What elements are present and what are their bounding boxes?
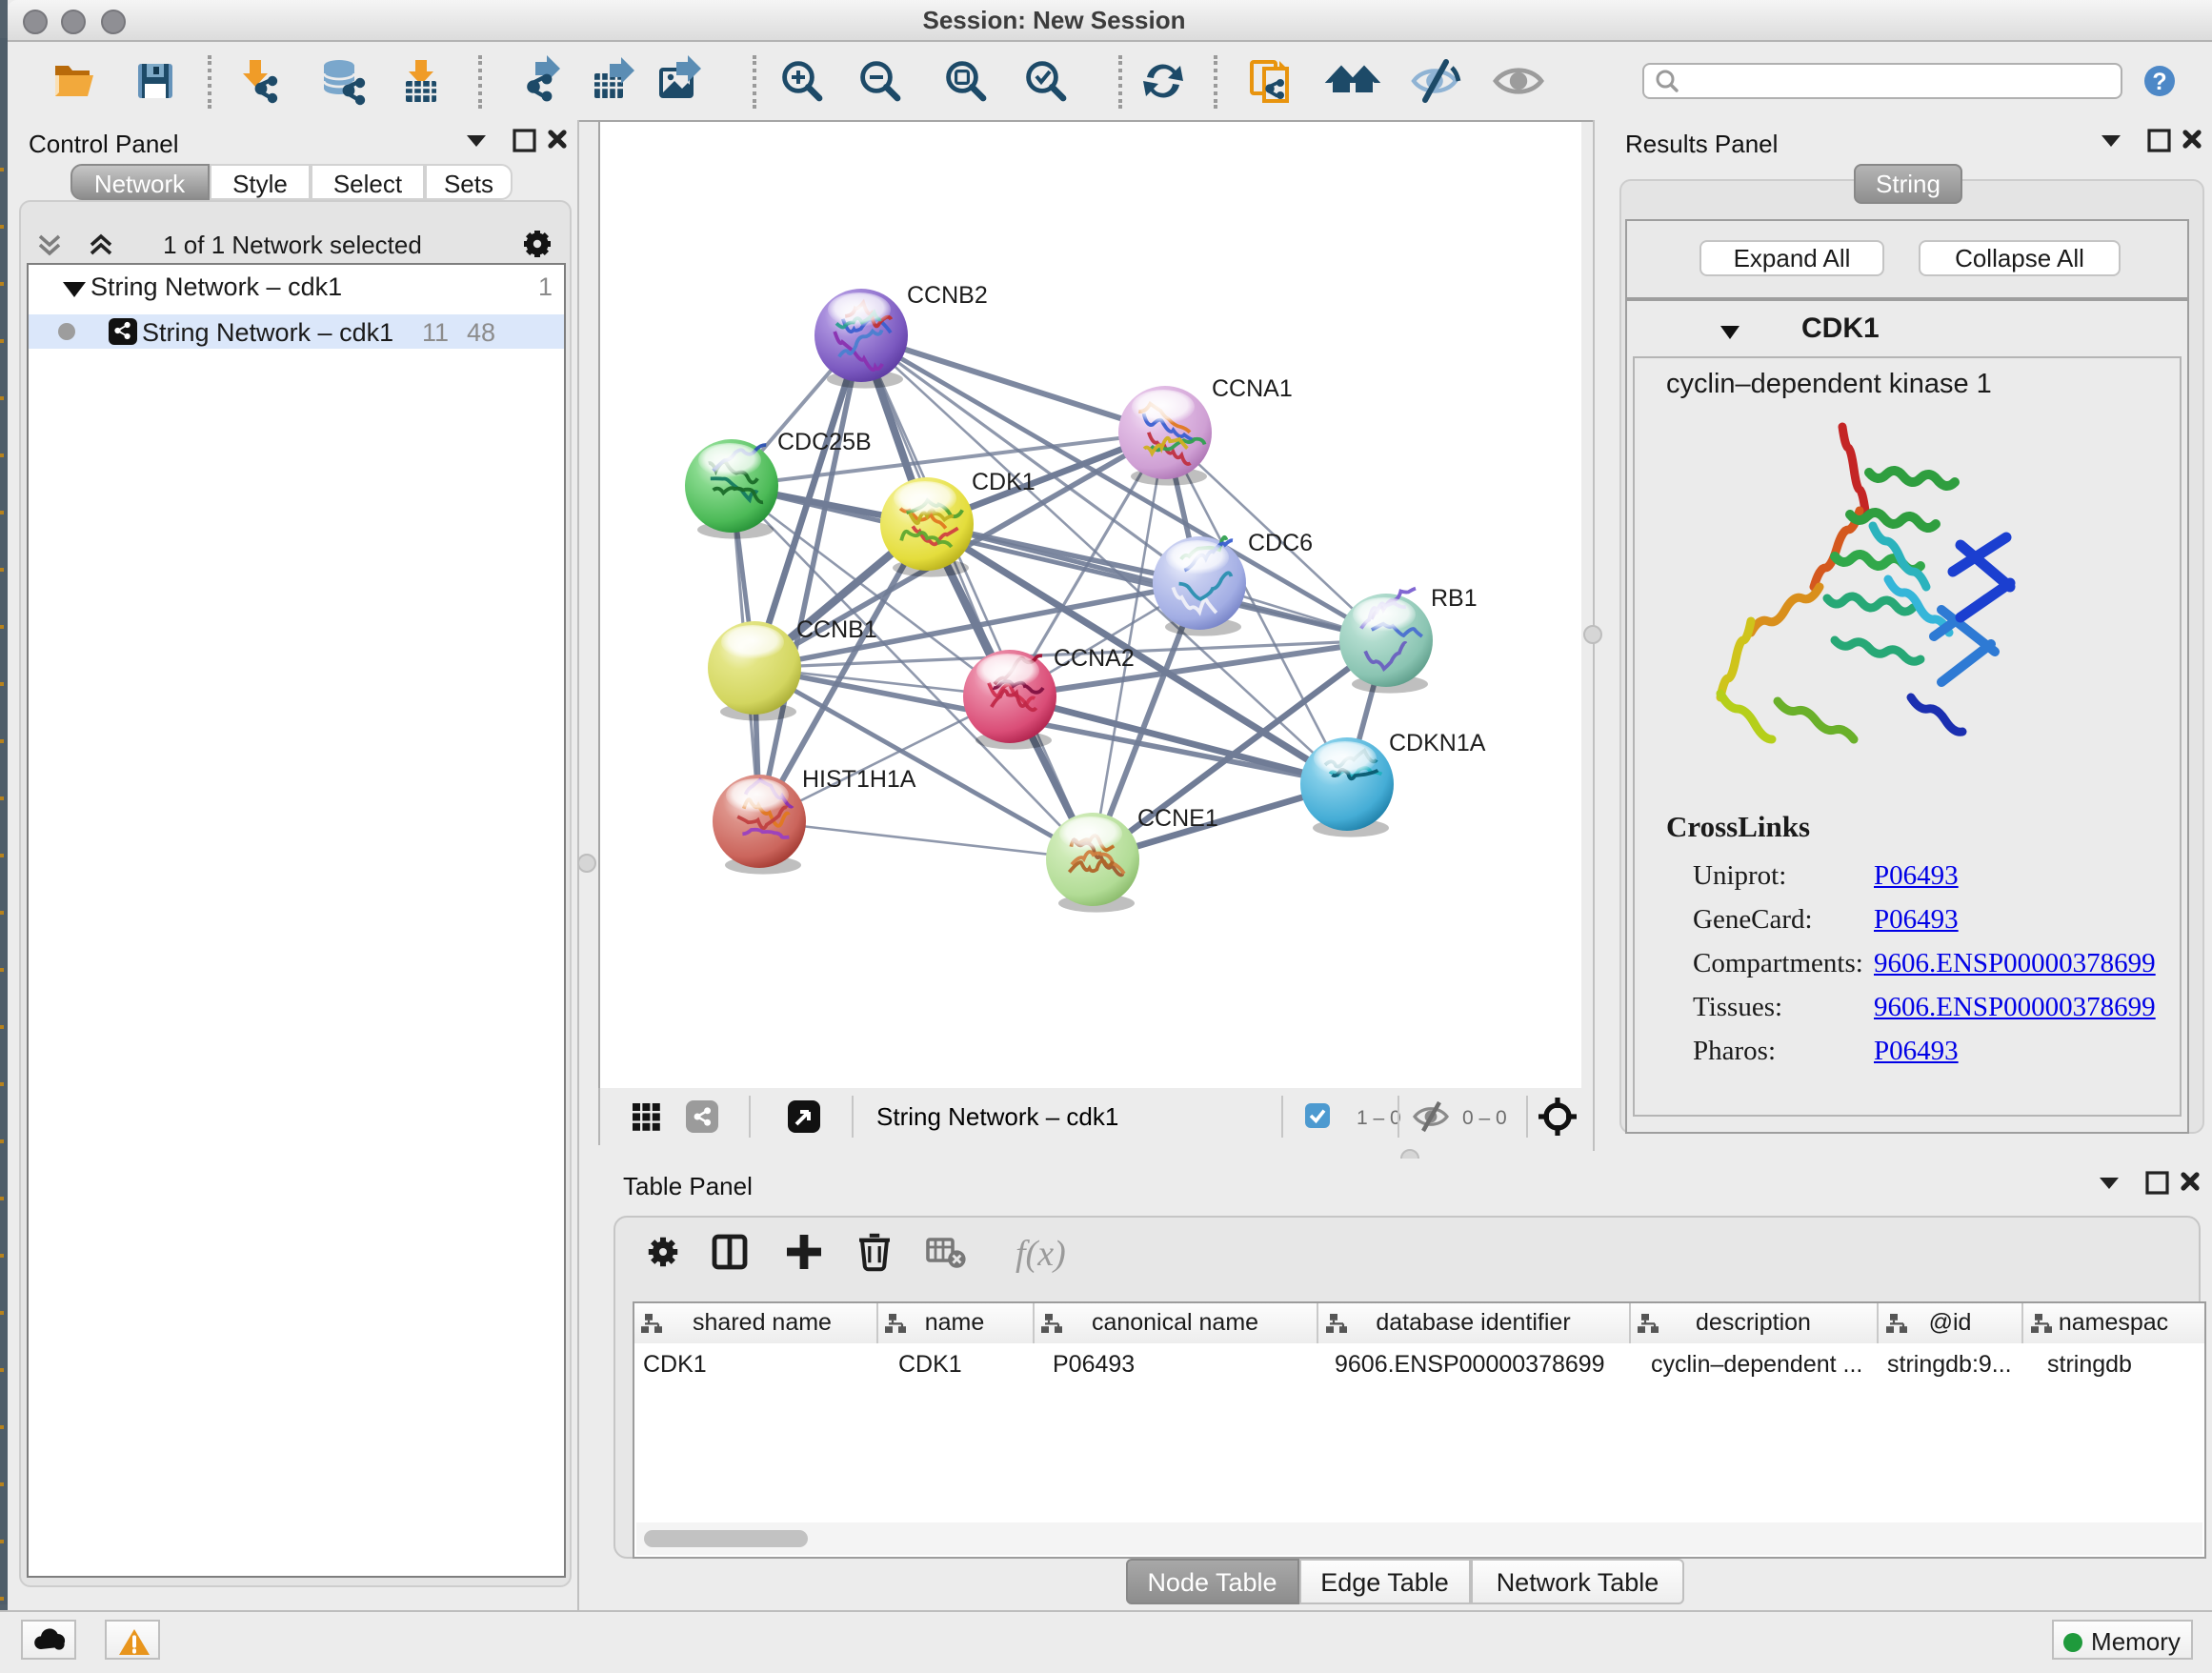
svg-text:CCNA2: CCNA2 (1054, 645, 1135, 672)
svg-text:RB1: RB1 (1431, 585, 1478, 612)
svg-text:HIST1H1A: HIST1H1A (802, 766, 916, 793)
svg-text:CDKN1A: CDKN1A (1389, 730, 1486, 756)
svg-text:CCNA1: CCNA1 (1212, 375, 1293, 402)
svg-text:CCNB1: CCNB1 (796, 616, 877, 643)
svg-text:1 – 0: 1 – 0 (1356, 1107, 1400, 1129)
svg-text:String Network – cdk1: String Network – cdk1 (875, 1102, 1117, 1131)
svg-text:f(x): f(x) (1015, 1234, 1065, 1274)
svg-text:?: ? (2151, 68, 2165, 94)
svg-text:CDC25B: CDC25B (777, 429, 872, 455)
svg-text:CCNB2: CCNB2 (907, 282, 988, 309)
svg-text:0 – 0: 0 – 0 (1461, 1107, 1506, 1129)
svg-text:CDC6: CDC6 (1248, 530, 1313, 556)
svg-text:CDK1: CDK1 (972, 469, 1036, 495)
svg-text:CCNE1: CCNE1 (1137, 805, 1218, 832)
